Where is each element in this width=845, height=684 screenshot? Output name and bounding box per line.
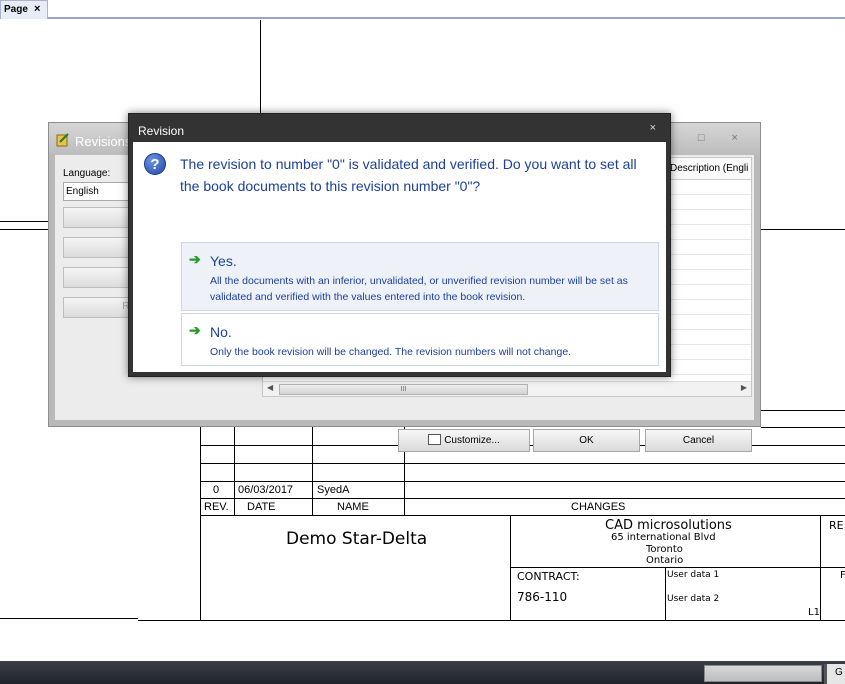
title-block-line	[200, 463, 845, 464]
address-line: 65 international Blvd	[611, 532, 716, 543]
grid-row[interactable]	[665, 180, 751, 195]
drawing-line	[260, 20, 261, 123]
user-data-1: User data 1	[667, 570, 720, 580]
tab-page-label: Page	[4, 4, 28, 15]
grid-row[interactable]	[665, 195, 751, 210]
header-date: DATE	[247, 501, 276, 513]
grid-row[interactable]	[665, 345, 751, 360]
customize-label: Customize...	[444, 435, 500, 446]
revisions-app-icon	[56, 133, 69, 147]
title-block-line	[138, 620, 845, 621]
grid-row[interactable]	[665, 330, 751, 345]
grid-column-description[interactable]: Description (Engli	[665, 158, 751, 180]
drawing-line	[761, 229, 845, 230]
company-name: CAD microsolutions	[605, 518, 732, 533]
header-name: NAME	[337, 501, 369, 513]
yes-option-button[interactable]: ➔ Yes. All the documents with an inferio…	[181, 242, 659, 311]
sheet-label-partial: L1	[808, 607, 820, 618]
address-line: Ontario	[646, 555, 684, 566]
grid-row[interactable]	[665, 210, 751, 225]
grid-row[interactable]	[665, 315, 751, 330]
language-select[interactable]: English	[63, 182, 138, 201]
window-controls-icon[interactable]: _ □ ×	[665, 132, 750, 144]
drawing-line	[0, 229, 48, 230]
title-block-line	[761, 427, 845, 428]
revision-dialog-body: ? The revision to number "0" is validate…	[133, 142, 666, 372]
grid-row[interactable]	[665, 255, 751, 270]
customize-icon	[428, 433, 442, 445]
revision-dialog: Revision × ? The revision to number "0" …	[128, 113, 671, 377]
title-block-line	[665, 567, 666, 620]
title-block-line	[510, 567, 845, 568]
revision-dialog-title: Revision	[138, 124, 185, 138]
grid-row[interactable]	[665, 300, 751, 315]
address-line: Toronto	[646, 544, 683, 555]
tab-page[interactable]: Page ×	[0, 0, 48, 19]
document-tab-bar: Page ×	[0, 0, 845, 19]
title-block-line	[234, 427, 235, 515]
dialog-message: The revision to number "0" is validated …	[180, 156, 637, 194]
yes-option-title: Yes.	[210, 253, 237, 269]
arrow-right-icon: ➔	[189, 322, 201, 338]
no-option-button[interactable]: ➔ No. Only the book revision will be cha…	[181, 313, 659, 366]
yes-option-description: All the documents with an inferior, unva…	[210, 275, 628, 303]
drawing-line	[0, 221, 48, 222]
no-option-description: Only the book revision will be changed. …	[210, 346, 572, 358]
revision-row-date: 06/03/2017	[238, 484, 294, 496]
title-block-line	[200, 427, 201, 620]
customize-button[interactable]: Customize...	[398, 429, 530, 452]
revisions-window-title: Revisions	[75, 134, 132, 149]
tab-close-icon[interactable]: ×	[34, 3, 40, 15]
side-button[interactable]	[63, 267, 138, 288]
contract-label: CONTRACT:	[517, 570, 580, 583]
horizontal-scrollbar[interactable]: ◀ III ▶	[263, 381, 751, 396]
grid-row[interactable]	[665, 285, 751, 300]
rev-label-partial: RE	[829, 519, 844, 532]
close-icon[interactable]: ×	[650, 122, 656, 134]
grid-row[interactable]	[665, 225, 751, 240]
side-button[interactable]	[63, 237, 138, 258]
scroll-right-icon[interactable]: ▶	[741, 383, 747, 392]
taskbar-field[interactable]	[704, 665, 822, 682]
side-button-label: Re	[64, 298, 137, 312]
grid-row[interactable]	[665, 270, 751, 285]
scroll-left-icon[interactable]: ◀	[267, 383, 273, 392]
ok-button[interactable]: OK	[533, 429, 640, 452]
scrollbar-thumb[interactable]: III	[279, 384, 528, 395]
arrow-right-icon: ➔	[189, 251, 201, 267]
language-label: Language:	[63, 168, 111, 179]
grid-row[interactable]	[665, 240, 751, 255]
cancel-button[interactable]: Cancel	[645, 429, 752, 452]
revision-row-name: SyedA	[317, 484, 350, 496]
f-label-partial: F	[840, 570, 845, 581]
title-block-line	[312, 427, 313, 515]
revision-row-rev: 0	[213, 484, 220, 496]
user-data-2: User data 2	[667, 594, 720, 604]
header-rev: REV.	[204, 501, 229, 513]
drawing-line	[761, 410, 845, 411]
question-icon: ?	[144, 153, 166, 175]
contract-value: 786-110	[517, 590, 568, 604]
header-changes: CHANGES	[571, 501, 626, 513]
no-option-title: No.	[210, 324, 232, 340]
drawing-line	[0, 618, 138, 619]
grid-row[interactable]	[665, 360, 751, 375]
title-block-line	[200, 481, 845, 482]
title-block-line	[200, 515, 845, 516]
taskbar-button[interactable]: G	[824, 664, 845, 684]
title-block-line	[200, 498, 845, 499]
project-title: Demo Star-Delta	[286, 529, 428, 549]
side-button[interactable]: Re	[63, 297, 138, 318]
side-button[interactable]	[63, 207, 138, 228]
